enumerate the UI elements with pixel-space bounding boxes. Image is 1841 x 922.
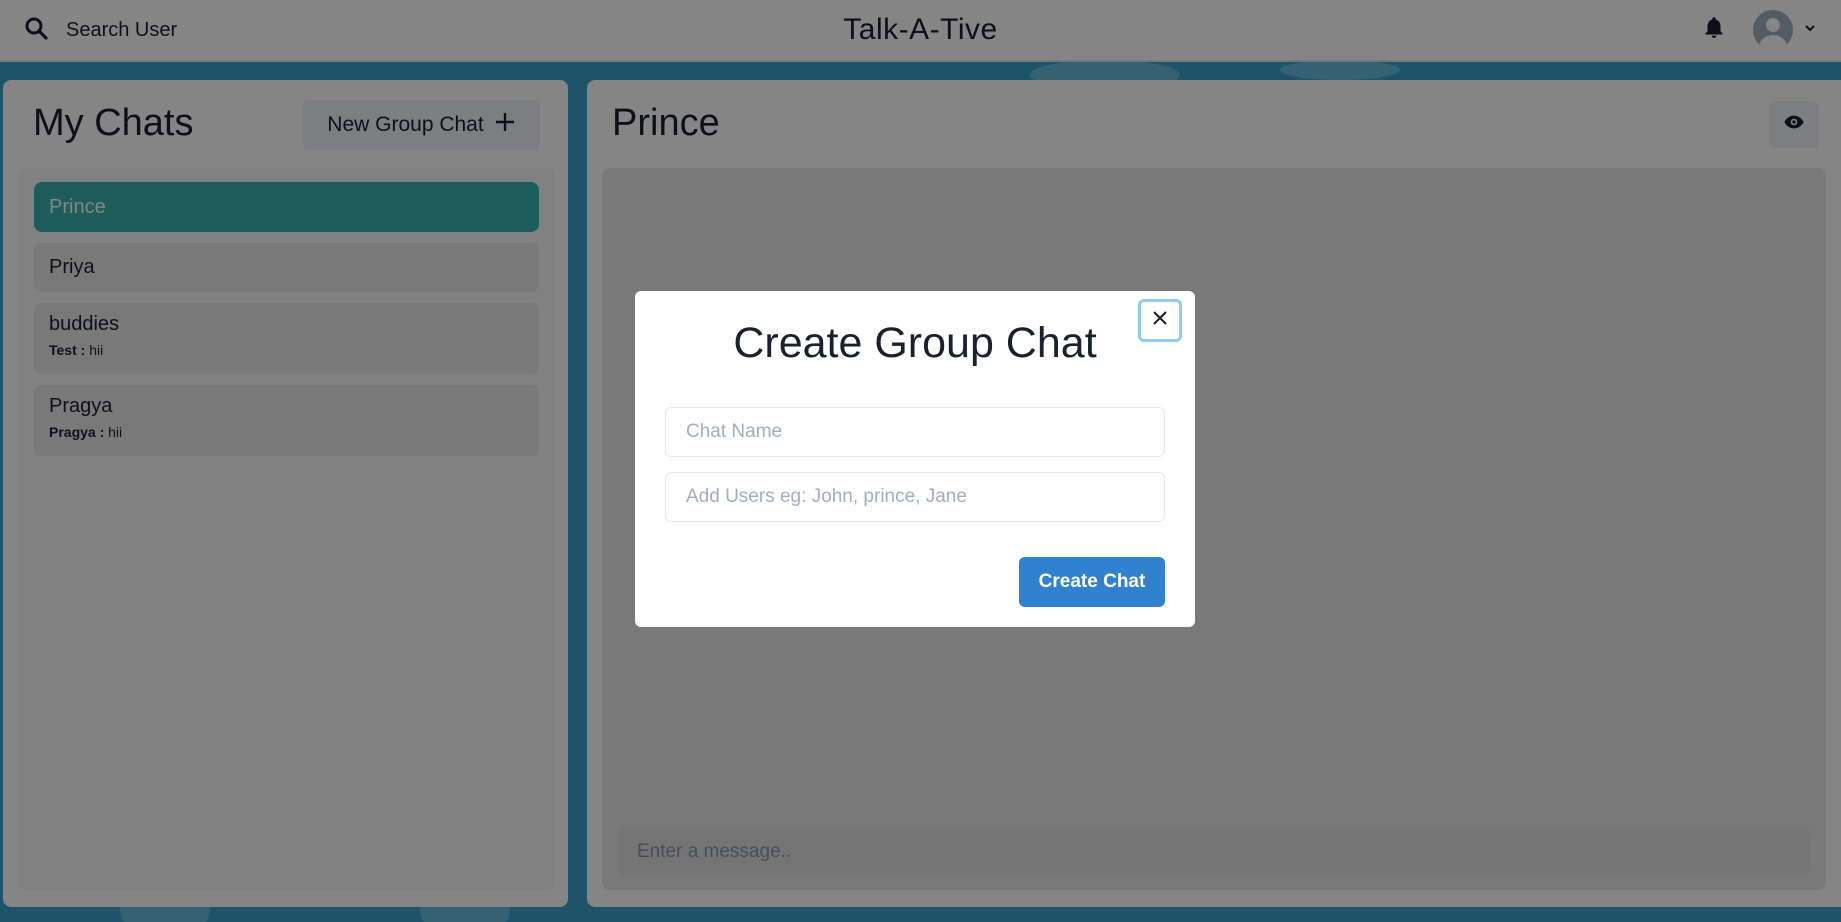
close-button[interactable] (1138, 299, 1182, 342)
modal-title: Create Group Chat (733, 319, 1097, 367)
close-icon (1152, 310, 1168, 331)
add-users-input[interactable] (665, 472, 1165, 522)
create-group-chat-modal: Create Group Chat Create Chat (635, 291, 1195, 627)
chat-name-input[interactable] (665, 407, 1165, 457)
create-chat-button[interactable]: Create Chat (1019, 557, 1165, 607)
